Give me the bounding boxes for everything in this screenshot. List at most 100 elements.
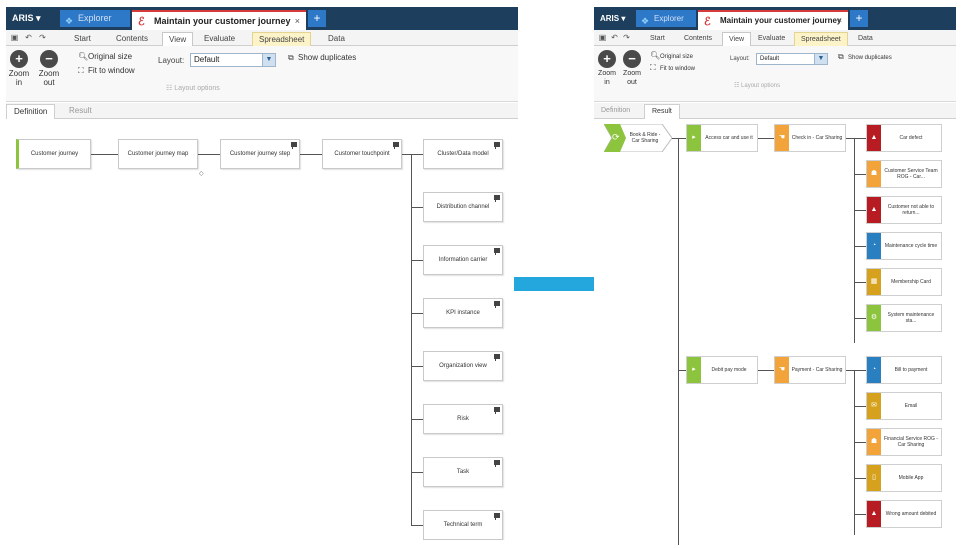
- save-icon[interactable]: ▣: [598, 33, 607, 42]
- result-item[interactable]: ▯ Mobile App: [866, 464, 942, 492]
- layout-label: Layout:: [158, 56, 185, 65]
- node-cluster-data-model[interactable]: Cluster/Data model: [423, 139, 503, 169]
- node-root[interactable]: ⟳ Book & Ride - Car Sharing: [604, 124, 672, 152]
- original-size-button[interactable]: 🔍︎Original size: [650, 51, 693, 62]
- definition-result-tabs: Definition Result: [6, 103, 518, 119]
- node-distribution-channel[interactable]: Distribution channel: [423, 192, 503, 222]
- tab-spreadsheet[interactable]: Spreadsheet: [252, 32, 312, 46]
- result-item[interactable]: ✉ Email: [866, 392, 942, 420]
- tab-contents[interactable]: Contents: [678, 32, 718, 46]
- flag-icon: [494, 248, 500, 255]
- undo-icon[interactable]: ↶: [610, 33, 619, 42]
- tab-result[interactable]: Result: [62, 104, 99, 119]
- tab-explorer[interactable]: ❖ Explorer: [60, 10, 130, 27]
- connector: [411, 525, 423, 526]
- node-kpi-instance[interactable]: KPI instance: [423, 298, 503, 328]
- node-technical-term[interactable]: Technical term: [423, 510, 503, 540]
- node-check-in[interactable]: ☚ Check in - Car Sharing: [774, 124, 846, 152]
- node-customer-touchpoint[interactable]: Customer touchpoint: [322, 139, 402, 169]
- aris-menu-button[interactable]: ARIS ▾: [594, 10, 634, 27]
- zoom-out-button[interactable]: − Zoom out: [620, 50, 644, 87]
- zoom-in-icon: +: [10, 50, 28, 68]
- step-icon: ▸: [687, 125, 701, 151]
- tab-definition[interactable]: Definition: [6, 104, 56, 119]
- node-organization-view[interactable]: Organization view: [423, 351, 503, 381]
- node-payment[interactable]: ☚ Payment - Car Sharing: [774, 356, 846, 384]
- undo-icon[interactable]: ↶: [24, 33, 33, 42]
- connector: [854, 406, 866, 407]
- flag-icon: [494, 407, 500, 414]
- original-size-button[interactable]: 🔍︎Original size: [78, 52, 132, 62]
- result-item[interactable]: ▦ Membership Card: [866, 268, 942, 296]
- result-item[interactable]: ▲ Wrong amount debited: [866, 500, 942, 528]
- node-information-carrier[interactable]: Information carrier: [423, 245, 503, 275]
- tab-active-model[interactable]: ℰ Maintain your customer journey ×: [132, 10, 306, 30]
- explorer-icon: ❖: [641, 16, 650, 26]
- node-step-debit-pay[interactable]: ▸ Debit pay mode: [686, 356, 758, 384]
- redo-icon[interactable]: ↷: [622, 33, 631, 42]
- result-item[interactable]: ◔ Maintenance cycle time: [866, 232, 942, 260]
- connector: [854, 210, 866, 211]
- result-item-label: Membership Card: [891, 279, 931, 285]
- aris-menu-button[interactable]: ARIS ▾: [6, 10, 58, 27]
- add-tab-button[interactable]: +: [850, 10, 868, 27]
- flag-icon: [494, 301, 500, 308]
- result-item[interactable]: ▲ Customer not able to return...: [866, 196, 942, 224]
- tab-data[interactable]: Data: [852, 32, 879, 46]
- node-task[interactable]: Task: [423, 457, 503, 487]
- fit-to-window-button[interactable]: ⛶ Fit to window: [78, 66, 135, 76]
- tab-data[interactable]: Data: [322, 32, 351, 46]
- connector: [411, 154, 423, 155]
- result-item[interactable]: ☗ Customer Service Team ROG - Car...: [866, 160, 942, 188]
- tab-contents[interactable]: Contents: [110, 32, 154, 46]
- result-item[interactable]: ◔ Bill to payment: [866, 356, 942, 384]
- result-item-label: Customer not able to return...: [887, 204, 935, 216]
- save-icon[interactable]: ▣: [10, 33, 19, 42]
- connector: [411, 419, 423, 420]
- close-tab-icon[interactable]: ×: [295, 12, 300, 30]
- result-canvas: ⟳ Book & Ride - Car Sharing ▸ Access car …: [594, 120, 956, 545]
- tab-evaluate[interactable]: Evaluate: [752, 32, 791, 46]
- connector: [411, 313, 423, 314]
- tab-view[interactable]: View: [722, 32, 752, 46]
- gauge-icon: ◔: [867, 233, 881, 259]
- add-tab-button[interactable]: +: [308, 10, 326, 27]
- layout-select[interactable]: Default ▼: [190, 53, 276, 67]
- result-item[interactable]: ⚙ System maintenance sta...: [866, 304, 942, 332]
- connector: [854, 138, 866, 139]
- warning-icon: ▲: [867, 125, 881, 151]
- zoom-in-button[interactable]: + Zoom in: [8, 50, 30, 87]
- tab-definition[interactable]: Definition: [594, 104, 637, 119]
- node-risk[interactable]: Risk: [423, 404, 503, 434]
- result-item-label: Email: [904, 403, 918, 409]
- flag-icon: [494, 354, 500, 361]
- redo-icon[interactable]: ↷: [38, 33, 47, 42]
- node-customer-journey[interactable]: Customer journey: [16, 139, 91, 169]
- zoom-out-button[interactable]: − Zoom out: [36, 50, 62, 87]
- magnifier-icon: 🔍︎: [78, 52, 89, 61]
- tab-evaluate[interactable]: Evaluate: [198, 32, 241, 46]
- layout-options-button[interactable]: ☷ Layout options: [734, 82, 780, 89]
- layout-select[interactable]: Default ▼: [756, 53, 828, 65]
- layout-options-button[interactable]: ☷ Layout options: [166, 84, 220, 92]
- node-customer-journey-map[interactable]: Customer journey map: [118, 139, 198, 169]
- node-customer-journey-step[interactable]: Customer journey step: [220, 139, 300, 169]
- connector: [758, 370, 774, 371]
- tab-view[interactable]: View: [162, 32, 194, 46]
- tab-start[interactable]: Start: [68, 32, 97, 46]
- connector: [411, 472, 423, 473]
- show-duplicates-button[interactable]: ⧉ Show duplicates: [838, 52, 892, 63]
- show-duplicates-button[interactable]: ⧉ Show duplicates: [288, 53, 356, 63]
- tab-start[interactable]: Start: [644, 32, 671, 46]
- close-tab-icon[interactable]: ×: [837, 12, 842, 30]
- collapse-icon[interactable]: ◇: [199, 170, 204, 177]
- tab-explorer[interactable]: ❖ Explorer: [636, 10, 696, 27]
- node-step-access-car[interactable]: ▸ Access car and use it: [686, 124, 758, 152]
- tab-active-model[interactable]: ℰ Maintain your customer journey ×: [698, 10, 848, 30]
- result-item[interactable]: ▲ Car defect: [866, 124, 942, 152]
- result-item[interactable]: ☗ Financial Service ROG - Car Sharing: [866, 428, 942, 456]
- zoom-in-button[interactable]: + Zoom in: [596, 50, 618, 87]
- tab-spreadsheet[interactable]: Spreadsheet: [794, 32, 848, 46]
- tab-result[interactable]: Result: [644, 104, 680, 119]
- fit-to-window-button[interactable]: ⛶ Fit to window: [650, 63, 695, 74]
